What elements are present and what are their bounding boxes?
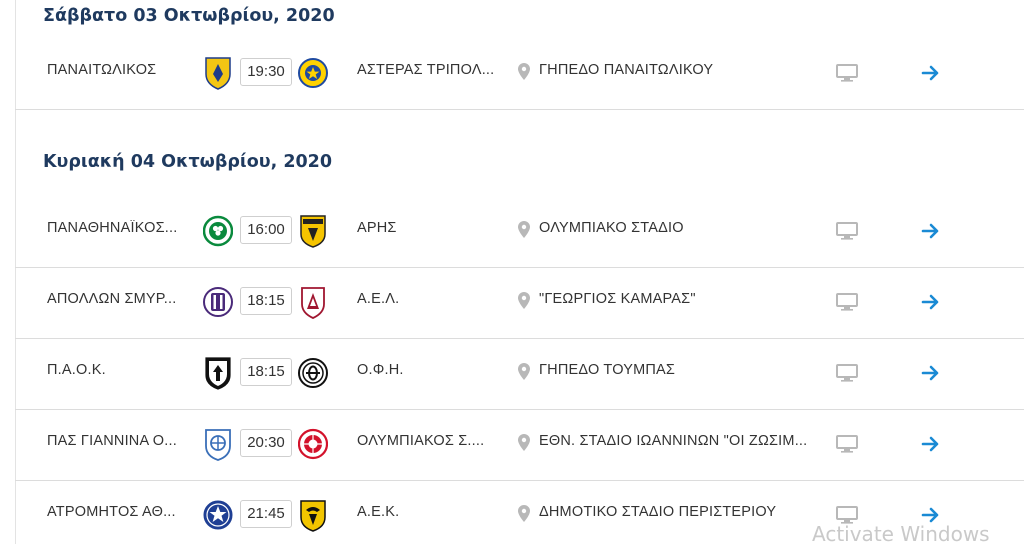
panathinaikos-crest-icon bbox=[203, 214, 233, 248]
location-pin-icon bbox=[518, 505, 530, 522]
location-pin-icon bbox=[518, 63, 530, 80]
pas-giannina-crest-icon bbox=[203, 427, 233, 461]
location-pin-icon bbox=[518, 221, 530, 238]
away-team-name[interactable]: ΟΛΥΜΠΙΑΚΟΣ Σ.... bbox=[357, 433, 503, 449]
asteras-tripolis-crest-icon bbox=[298, 56, 328, 90]
tv-icon[interactable] bbox=[836, 222, 858, 240]
tv-icon[interactable] bbox=[836, 435, 858, 453]
away-team-name[interactable]: Ο.Φ.Η. bbox=[357, 362, 503, 378]
match-row[interactable]: ΠΑΝΑΘΗΝΑΪΚΟΣ... 16:00 ΑΡΗΣ ΟΛΥΜΠΙΑΚΟ ΣΤΑ… bbox=[15, 196, 1024, 268]
kickoff-time: 19:30 bbox=[240, 58, 292, 86]
home-team-name[interactable]: ΑΠΟΛΛΩΝ ΣΜΥΡ... bbox=[47, 291, 195, 307]
home-team-name[interactable]: ΠΑΝΑΙΤΩΛΙΚΟΣ bbox=[47, 62, 195, 78]
match-row[interactable]: Π.Α.Ο.Κ. 18:15 Ο.Φ.Η. ΓΗΠΕΔΟ ΤΟΥΜΠΑΣ bbox=[15, 338, 1024, 410]
arrow-right-icon[interactable] bbox=[921, 435, 941, 453]
kickoff-time: 18:15 bbox=[240, 358, 292, 386]
kickoff-time: 16:00 bbox=[240, 216, 292, 244]
venue-name: ΕΘΝ. ΣΤΑΔΙΟ ΙΩΑΝΝΙΝΩΝ "ΟΙ ΖΩΣΙΜ... bbox=[539, 433, 808, 449]
location-pin-icon bbox=[518, 363, 530, 380]
home-team-name[interactable]: ΑΤΡΟΜΗΤΟΣ ΑΘ... bbox=[47, 504, 195, 520]
kickoff-time: 21:45 bbox=[240, 500, 292, 528]
arrow-right-icon[interactable] bbox=[921, 222, 941, 240]
venue-name: ΟΛΥΜΠΙΑΚΟ ΣΤΑΔΙΟ bbox=[539, 220, 684, 236]
kickoff-time: 18:15 bbox=[240, 287, 292, 315]
home-team-name[interactable]: Π.Α.Ο.Κ. bbox=[47, 362, 195, 378]
away-team-name[interactable]: ΑΡΗΣ bbox=[357, 220, 503, 236]
day-heading: Κυριακή 04 Οκτωβρίου, 2020 bbox=[43, 152, 333, 172]
home-team-name[interactable]: ΠΑΝΑΘΗΝΑΪΚΟΣ... bbox=[47, 220, 195, 236]
paok-crest-icon bbox=[203, 356, 233, 390]
away-team-name[interactable]: Α.Ε.Λ. bbox=[357, 291, 503, 307]
kickoff-time: 20:30 bbox=[240, 429, 292, 457]
aris-crest-icon bbox=[298, 214, 328, 248]
venue-name: ΔΗΜΟΤΙΚΟ ΣΤΑΔΙΟ ΠΕΡΙΣΤΕΡΙΟΥ bbox=[539, 504, 777, 520]
apollon-smyrnis-crest-icon bbox=[203, 285, 233, 319]
tv-icon[interactable] bbox=[836, 64, 858, 82]
match-row[interactable]: ΠΑΣ ΓΙΑΝΝΙΝΑ Ο... 20:30 ΟΛΥΜΠΙΑΚΟΣ Σ....… bbox=[15, 409, 1024, 481]
venue-name: ΓΗΠΕΔΟ ΠΑΝΑΙΤΩΛΙΚΟΥ bbox=[539, 62, 714, 78]
venue-name: "ΓΕΩΡΓΙΟΣ ΚΑΜΑΡΑΣ" bbox=[539, 291, 696, 307]
away-team-name[interactable]: ΑΣΤΕΡΑΣ ΤΡΙΠΟΛ... bbox=[357, 62, 503, 78]
olympiacos-crest-icon bbox=[298, 427, 328, 461]
ael-crest-icon bbox=[298, 285, 328, 319]
arrow-right-icon[interactable] bbox=[921, 293, 941, 311]
location-pin-icon bbox=[518, 434, 530, 451]
match-row[interactable]: ΠΑΝΑΙΤΩΛΙΚΟΣ 19:30 ΑΣΤΕΡΑΣ ΤΡΙΠΟΛ... ΓΗΠ… bbox=[15, 38, 1024, 110]
ofi-crest-icon bbox=[298, 356, 328, 390]
match-row[interactable]: ΑΠΟΛΛΩΝ ΣΜΥΡ... 18:15 Α.Ε.Λ. "ΓΕΩΡΓΙΟΣ Κ… bbox=[15, 267, 1024, 339]
location-pin-icon bbox=[518, 292, 530, 309]
away-team-name[interactable]: Α.Ε.Κ. bbox=[357, 504, 503, 520]
aek-crest-icon bbox=[298, 498, 328, 532]
atromitos-crest-icon bbox=[203, 498, 233, 532]
panaitolikos-crest-icon bbox=[203, 56, 233, 90]
arrow-right-icon[interactable] bbox=[921, 64, 941, 82]
arrow-right-icon[interactable] bbox=[921, 364, 941, 382]
home-team-name[interactable]: ΠΑΣ ΓΙΑΝΝΙΝΑ Ο... bbox=[47, 433, 195, 449]
windows-activation-watermark: Activate Windows bbox=[812, 522, 990, 546]
day-heading: Σάββατο 03 Οκτωβρίου, 2020 bbox=[43, 6, 335, 26]
venue-name: ΓΗΠΕΔΟ ΤΟΥΜΠΑΣ bbox=[539, 362, 676, 378]
tv-icon[interactable] bbox=[836, 293, 858, 311]
tv-icon[interactable] bbox=[836, 364, 858, 382]
